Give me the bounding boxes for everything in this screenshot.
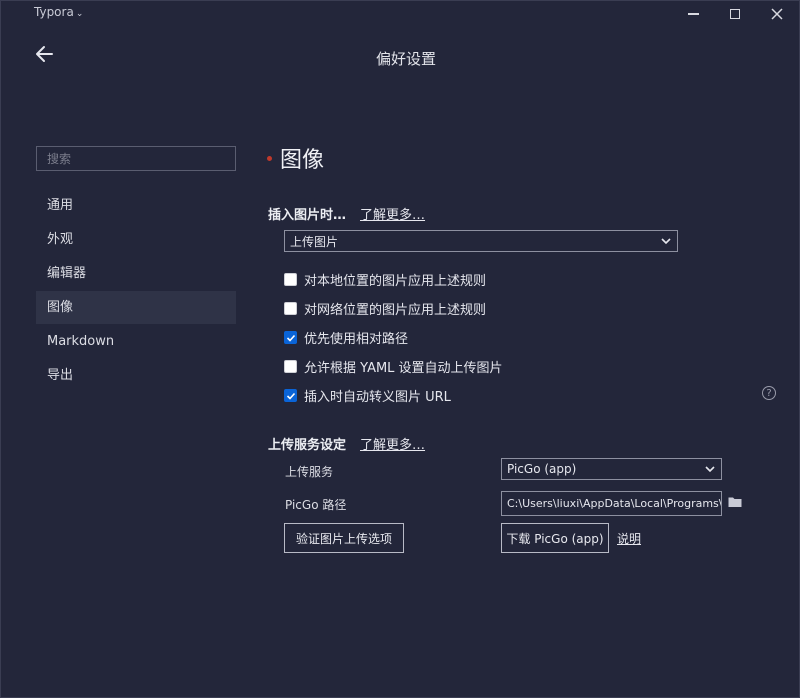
- upload-service-select[interactable]: PicGo (app): [501, 458, 722, 480]
- search-input[interactable]: [36, 146, 236, 171]
- option-relative-path-checkbox[interactable]: [284, 331, 297, 344]
- option-local-images-label: 对本地位置的图片应用上述规则: [304, 274, 487, 289]
- app-title[interactable]: Typora ⌄: [34, 5, 83, 19]
- picgo-path-input[interactable]: [501, 491, 722, 516]
- sidebar-item-editor[interactable]: 编辑器: [36, 257, 236, 290]
- preferences-window: Typora⌄ 偏好设置 通用 外观 编辑器 图像 Markdown 导出 图像…: [0, 0, 800, 698]
- close-button[interactable]: [765, 4, 789, 24]
- option-yaml-upload-checkbox[interactable]: [284, 360, 297, 373]
- app-title-text: Typora: [34, 5, 74, 19]
- insert-action-select[interactable]: 上传图片: [284, 230, 678, 252]
- sidebar-item-appearance[interactable]: 外观: [36, 223, 236, 256]
- sidebar-item-export[interactable]: 导出: [36, 359, 236, 392]
- section-marker-dot: [267, 155, 272, 161]
- option-yaml-upload[interactable]: 允许根据 YAML 设置自动上传图片: [284, 357, 503, 376]
- option-network-images-checkbox[interactable]: [284, 302, 297, 315]
- insert-image-label: 插入图片时…: [268, 208, 347, 223]
- upload-learn-more-link[interactable]: 了解更多…: [360, 434, 425, 453]
- picgo-path-label: PicGo 路径: [285, 498, 347, 512]
- title-bar: Typora ⌄: [1, 1, 799, 27]
- option-escape-url[interactable]: 插入时自动转义图片 URL: [284, 386, 451, 405]
- option-relative-path[interactable]: 优先使用相对路径: [284, 328, 408, 347]
- chevron-down-icon: [705, 466, 715, 473]
- option-network-images[interactable]: 对网络位置的图片应用上述规则: [284, 299, 486, 318]
- insert-learn-more-link[interactable]: 了解更多…: [360, 204, 425, 223]
- checkmark-icon: [286, 392, 295, 400]
- insert-action-value: 上传图片: [290, 234, 339, 249]
- option-escape-url-label: 插入时自动转义图片 URL: [304, 390, 451, 405]
- sidebar-item-markdown[interactable]: Markdown: [36, 325, 236, 358]
- checkmark-icon: [286, 334, 295, 342]
- folder-icon[interactable]: [728, 496, 742, 508]
- option-yaml-upload-label: 允许根据 YAML 设置自动上传图片: [304, 361, 503, 376]
- option-escape-url-checkbox[interactable]: [284, 389, 297, 402]
- page-title: 偏好设置: [375, 50, 436, 68]
- option-local-images[interactable]: 对本地位置的图片应用上述规则: [284, 270, 486, 289]
- option-local-images-checkbox[interactable]: [284, 273, 297, 286]
- maximize-icon: [730, 9, 740, 19]
- sidebar-item-general[interactable]: 通用: [36, 189, 236, 222]
- minimize-icon: [687, 13, 699, 15]
- minimize-button[interactable]: [681, 4, 705, 24]
- app-menu-caret-icon: ⌄: [75, 9, 84, 19]
- sidebar-item-image[interactable]: 图像: [36, 291, 236, 324]
- chevron-down-icon: [661, 238, 671, 245]
- explain-link[interactable]: 说明: [617, 530, 641, 547]
- maximize-button[interactable]: [723, 4, 747, 24]
- sidebar-nav: 通用 外观 编辑器 图像 Markdown 导出: [36, 189, 236, 393]
- insert-image-row: 插入图片时… 了解更多…: [268, 204, 425, 223]
- option-network-images-label: 对网络位置的图片应用上述规则: [304, 303, 487, 318]
- upload-service-value: PicGo (app): [507, 462, 577, 476]
- close-icon: [771, 8, 783, 20]
- verify-upload-button[interactable]: 验证图片上传选项: [284, 523, 404, 553]
- section-title: 图像: [280, 148, 325, 173]
- upload-service-row: 上传服务设定 了解更多…: [268, 434, 425, 453]
- download-picgo-button[interactable]: 下载 PicGo (app): [501, 523, 609, 553]
- upload-service-label: 上传服务: [285, 465, 334, 479]
- section-heading: 图像: [267, 142, 324, 174]
- upload-service-heading: 上传服务设定: [268, 438, 347, 453]
- help-icon[interactable]: ?: [762, 386, 776, 400]
- option-relative-path-label: 优先使用相对路径: [304, 332, 409, 347]
